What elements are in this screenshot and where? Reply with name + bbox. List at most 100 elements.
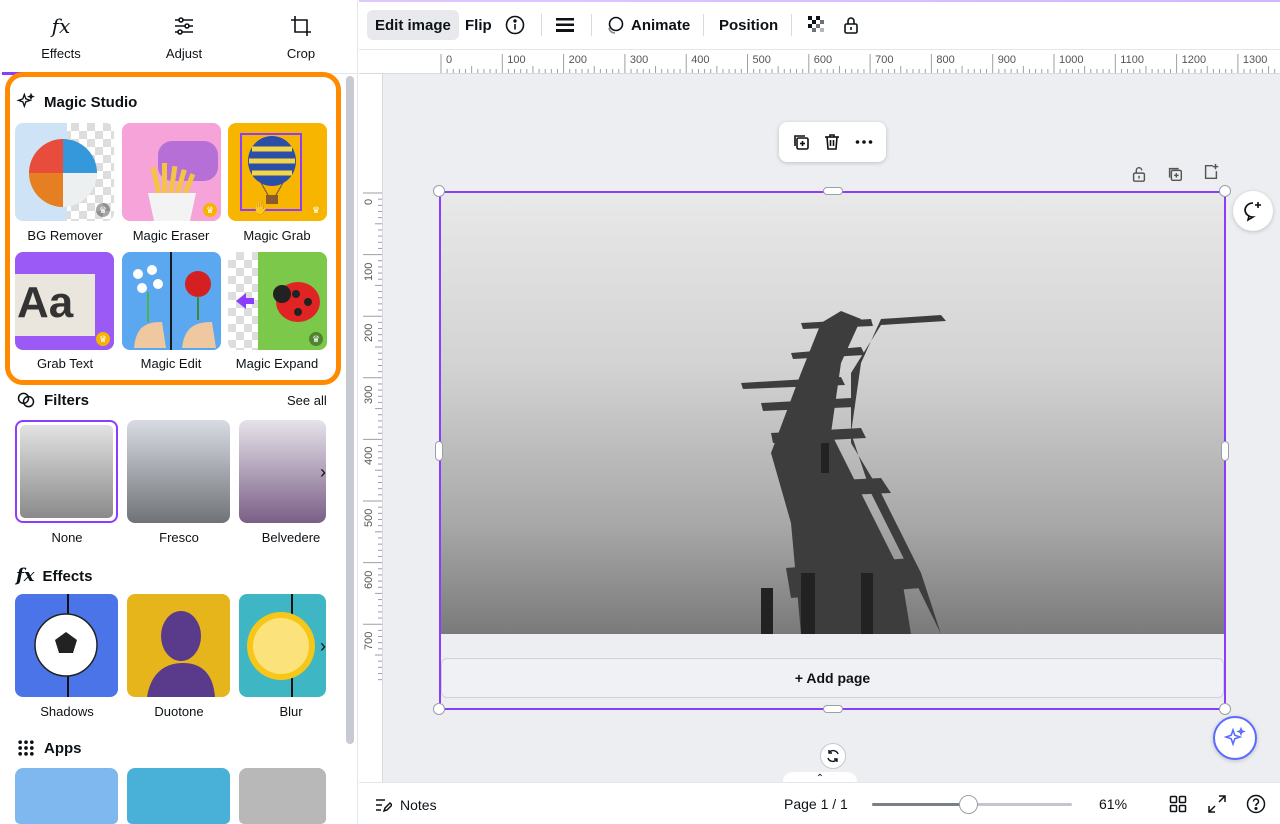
info-icon xyxy=(505,15,525,35)
magic-studio-label: Magic Edit xyxy=(140,356,202,371)
zoom-level[interactable]: 61% xyxy=(1099,796,1127,812)
resize-handle-right[interactable] xyxy=(1221,441,1229,461)
resize-handle-left[interactable] xyxy=(435,441,443,461)
toolbar-divider xyxy=(791,14,792,36)
ruler-label: 0 xyxy=(363,198,375,205)
add-page-icon[interactable] xyxy=(1202,163,1220,181)
resize-handle-top-left[interactable] xyxy=(433,185,445,197)
filter-none-tile[interactable] xyxy=(15,420,118,523)
grab-text-sample: Aa xyxy=(17,278,74,327)
crop-icon xyxy=(291,15,311,36)
lock-button[interactable] xyxy=(833,10,869,40)
effect-shadows-tile[interactable] xyxy=(15,594,118,697)
ruler-label: 100 xyxy=(363,262,375,281)
page-indicator[interactable]: Page 1 / 1 xyxy=(784,796,848,812)
magic-edit-tile[interactable] xyxy=(122,252,221,350)
toolbar-divider xyxy=(591,14,592,36)
apps-heading: Apps xyxy=(16,738,82,758)
beach-ball-icon xyxy=(29,139,97,207)
animate-button[interactable]: Animate xyxy=(597,10,698,40)
magic-studio-label: Magic Eraser xyxy=(132,228,210,243)
sliders-icon xyxy=(175,16,193,35)
selection-frame xyxy=(439,191,1226,710)
flip-button[interactable]: Flip xyxy=(457,10,500,40)
see-all-filters-link[interactable]: See all xyxy=(287,393,327,408)
info-button[interactable] xyxy=(497,10,533,40)
animate-label: Animate xyxy=(631,16,691,34)
tab-adjust[interactable]: Adjust xyxy=(125,0,243,74)
effects-title: Effects xyxy=(42,567,93,585)
zoom-slider-knob[interactable] xyxy=(959,795,979,814)
bg-remover-tile[interactable]: ♛ xyxy=(15,123,114,221)
app-tile[interactable] xyxy=(239,768,326,824)
ruler-label: 1300 xyxy=(1242,54,1268,66)
notes-icon xyxy=(376,799,392,813)
apps-title: Apps xyxy=(44,739,82,757)
resize-handle-bottom[interactable] xyxy=(823,705,843,713)
filters-icon xyxy=(17,392,35,408)
chevron-right-icon: › xyxy=(320,461,326,482)
border-style-button[interactable] xyxy=(547,10,583,40)
more-dots-icon[interactable] xyxy=(854,132,874,152)
ruler-label: 300 xyxy=(363,385,375,404)
flip-label: Flip xyxy=(465,16,492,34)
magic-expand-tile[interactable]: ♛ xyxy=(228,252,327,350)
premium-crown-icon: ♛ xyxy=(309,332,323,346)
soccer-ball-icon xyxy=(34,613,98,677)
ruler-label: 400 xyxy=(363,447,375,466)
app-tile[interactable] xyxy=(127,768,230,824)
transparency-button[interactable] xyxy=(799,10,835,40)
floating-element-toolbar xyxy=(779,122,886,162)
duplicate-icon[interactable] xyxy=(791,132,811,152)
magic-sparkle-icon xyxy=(1223,726,1246,747)
border-lines-icon xyxy=(556,18,574,32)
resize-handle-bottom-left[interactable] xyxy=(433,703,445,715)
notes-button[interactable]: Notes xyxy=(374,796,437,814)
magic-assistant-button[interactable] xyxy=(1213,716,1257,760)
edit-image-button[interactable]: Edit image xyxy=(367,10,459,40)
lemon-icon xyxy=(247,612,315,680)
magic-grab-tile[interactable]: ✋ ♛ xyxy=(228,123,327,221)
grid-view-button[interactable] xyxy=(1169,795,1187,813)
effect-duotone-tile[interactable] xyxy=(127,594,230,697)
add-comment-button[interactable] xyxy=(1233,191,1273,231)
filters-next-button[interactable]: › xyxy=(310,459,336,485)
chevron-right-icon: › xyxy=(320,635,326,656)
resize-handle-top-right[interactable] xyxy=(1219,185,1231,197)
effect-label: Duotone xyxy=(154,704,204,719)
ruler-label: 1200 xyxy=(1181,54,1207,66)
bottom-bar: Notes Page 1 / 1 61% xyxy=(359,782,1280,824)
fullscreen-button[interactable] xyxy=(1208,795,1226,813)
tab-effects[interactable]: fx Effects xyxy=(2,0,120,75)
effects-heading: fx Effects xyxy=(16,564,93,588)
trash-icon[interactable] xyxy=(822,132,842,152)
ruler-label: 200 xyxy=(363,323,375,343)
unlock-icon[interactable] xyxy=(1130,165,1148,183)
refresh-button[interactable] xyxy=(820,743,846,769)
ruler-label: 300 xyxy=(629,54,649,66)
resize-handle-bottom-right[interactable] xyxy=(1219,703,1231,715)
resize-handle-top[interactable] xyxy=(823,187,843,195)
tab-crop-label: Crop xyxy=(286,45,316,61)
zoom-slider[interactable] xyxy=(872,795,1072,814)
position-button[interactable]: Position xyxy=(711,10,786,40)
ruler-label: 900 xyxy=(997,54,1017,66)
position-label: Position xyxy=(719,16,779,34)
magic-studio-label: Grab Text xyxy=(36,356,94,371)
app-tile[interactable] xyxy=(15,768,118,824)
ruler-horizontal: 0 100 200 300 400 500 600 700 800 900 1000 1100 1200… xyxy=(359,50,1280,74)
premium-crown-icon: ♛ xyxy=(203,203,217,217)
rose-icon xyxy=(182,271,216,348)
filter-label: None xyxy=(51,530,83,545)
ruler-label: 600 xyxy=(363,570,375,589)
filter-fresco-tile[interactable] xyxy=(127,420,230,523)
effects-next-button[interactable]: › xyxy=(310,633,336,659)
grab-text-tile[interactable]: Aa ♛ xyxy=(15,252,114,350)
duplicate-page-icon[interactable] xyxy=(1166,165,1184,183)
help-button[interactable] xyxy=(1246,794,1266,814)
magic-studio-title: Magic Studio xyxy=(44,93,138,111)
tab-crop[interactable]: Crop xyxy=(242,0,357,74)
magic-eraser-tile[interactable]: ♛ xyxy=(122,123,221,221)
premium-crown-icon: ♛ xyxy=(309,203,323,217)
panel-scrollbar[interactable] xyxy=(346,76,354,744)
